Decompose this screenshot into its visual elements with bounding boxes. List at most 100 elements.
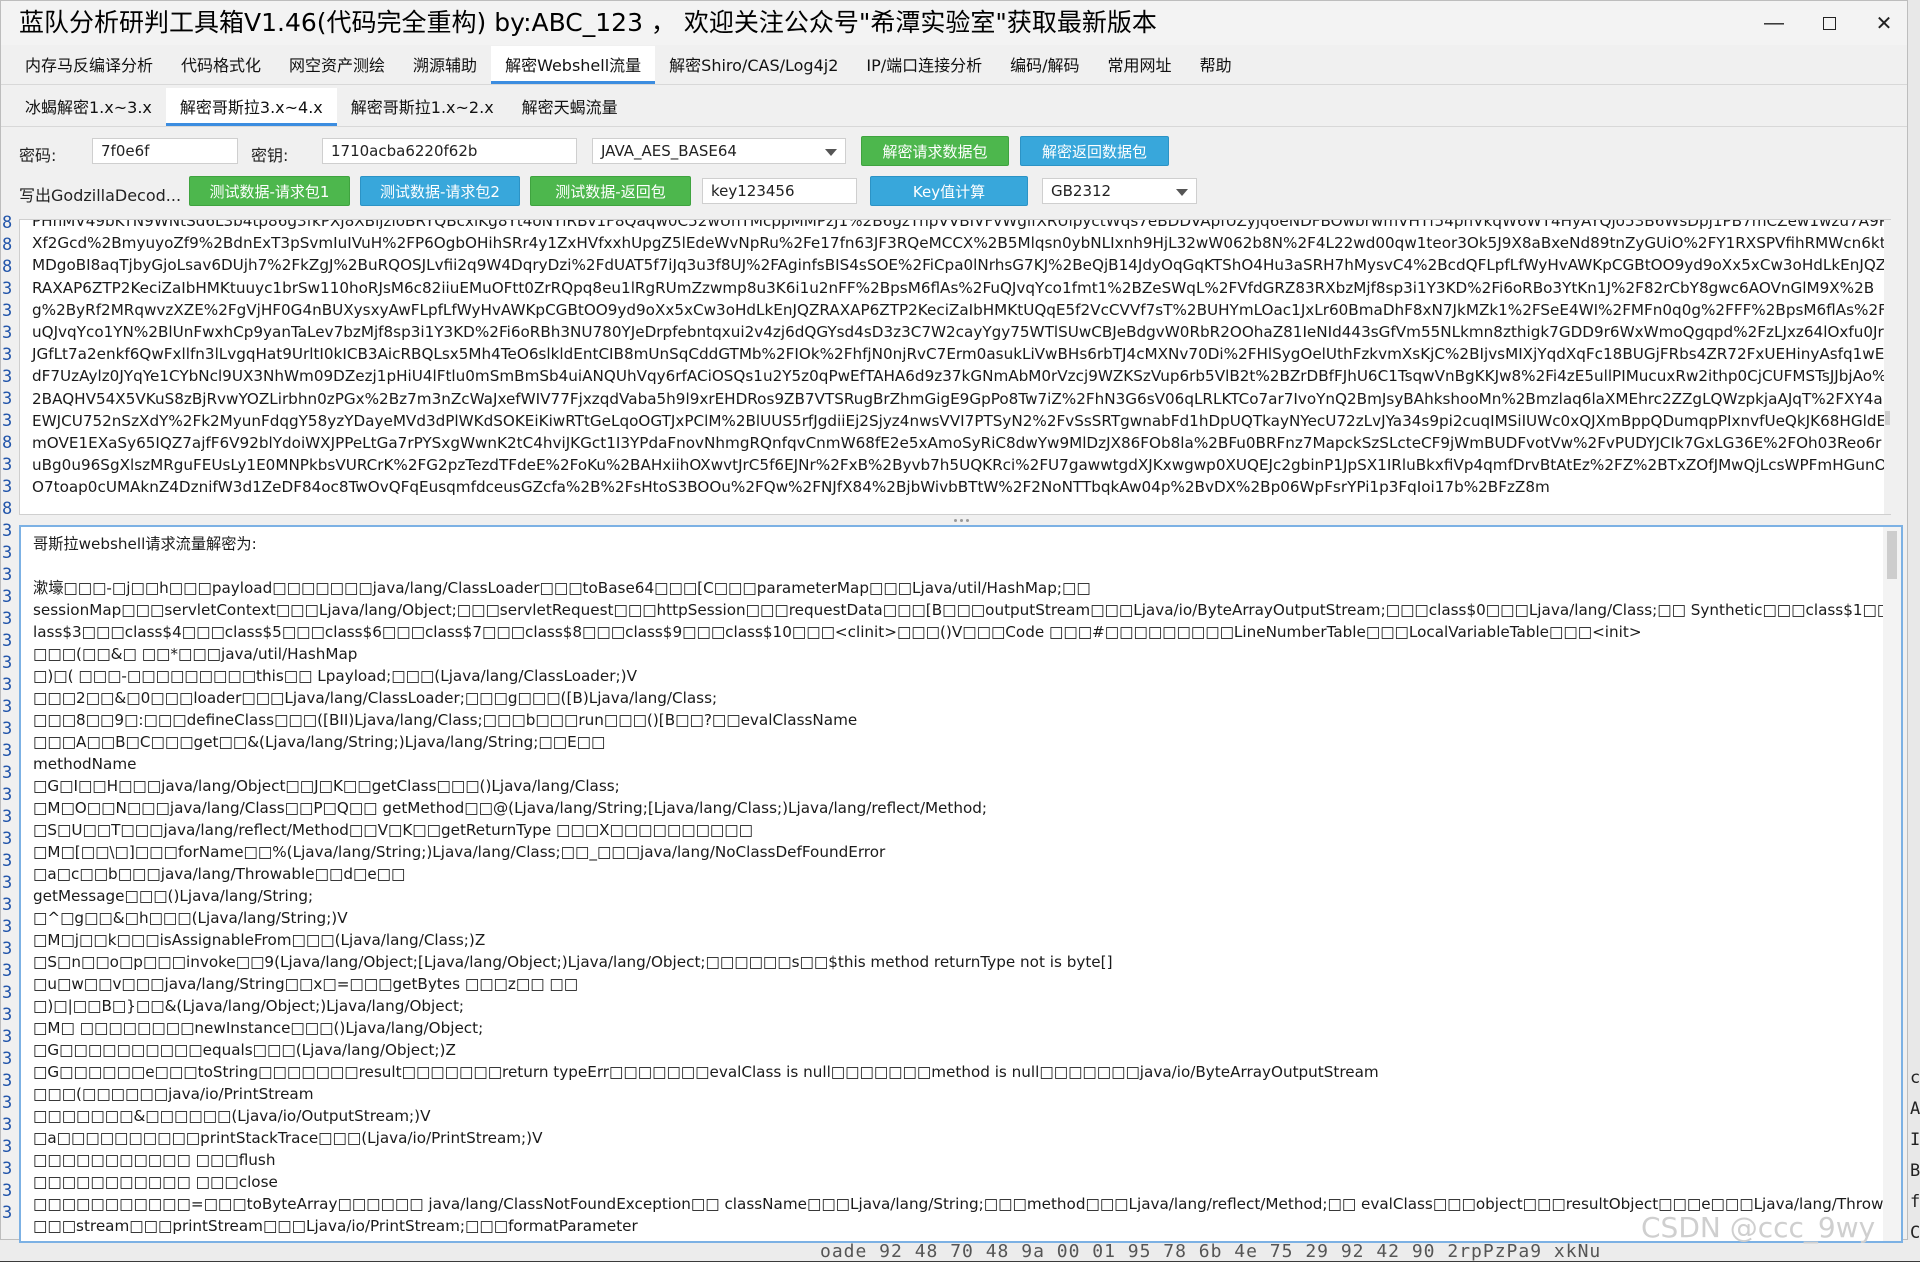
output-line: □□□(□□□□□□java/io/PrintStream xyxy=(33,1085,314,1103)
gutter-glyph: c xyxy=(1910,1068,1920,1088)
gutter-glyph: 3 xyxy=(2,851,13,871)
gutter-glyph: 3 xyxy=(2,785,13,805)
main-tab-7[interactable]: 编码/解码 xyxy=(996,46,1093,84)
window-title: 蓝队分析研判工具箱V1.46(代码完全重构) by:ABC_123 ， 欢迎关注… xyxy=(19,8,1157,37)
gutter-glyph: 3 xyxy=(2,455,13,475)
gutter-glyph: 3 xyxy=(2,873,13,893)
output-line: □M□ □□□□□□□□newInstance□□□()Ljava/lang/O… xyxy=(33,1019,484,1037)
gutter-glyph: 3 xyxy=(2,323,13,343)
output-line: □□□stream□□□printStream□□□Ljava/io/Print… xyxy=(33,1217,638,1235)
gutter-glyph: 3 xyxy=(2,521,13,541)
sub-tab-bar: 冰蝎解密1.x~3.x 解密哥斯拉3.x~4.x 解密哥斯拉1.x~2.x 解密天蝎流… xyxy=(1,87,1907,127)
gutter-glyph: 3 xyxy=(2,587,13,607)
cipher-mode-value: JAVA_AES_BASE64 xyxy=(601,142,737,160)
test-request-1-button[interactable]: 测试数据-请求包1 xyxy=(189,176,350,206)
sub-tab-2[interactable]: 解密哥斯拉1.x~2.x xyxy=(337,88,508,126)
decrypt-request-button[interactable]: 解密请求数据包 xyxy=(861,136,1009,166)
chevron-down-icon xyxy=(1176,189,1188,196)
main-tab-4[interactable]: 解密Webshell流量 xyxy=(491,46,656,84)
chevron-down-icon xyxy=(825,149,837,156)
title-bar: 蓝队分析研判工具箱V1.46(代码完全重构) by:ABC_123 ， 欢迎关注… xyxy=(1,1,1907,45)
gutter-glyph: f xyxy=(1910,1192,1920,1212)
main-tab-2[interactable]: 网空资产测绘 xyxy=(275,46,399,84)
gutter-glyph: 3 xyxy=(2,829,13,849)
main-tab-3[interactable]: 溯源辅助 xyxy=(399,46,491,84)
sub-tab-3[interactable]: 解密天蝎流量 xyxy=(508,88,632,126)
gutter-glyph: 3 xyxy=(2,653,13,673)
gutter-glyph: 3 xyxy=(2,917,13,937)
key-calculate-button[interactable]: Key值计算 xyxy=(870,176,1028,206)
payload-text: PHhMV49bKTN9WNtSd6L3b4tp86g3fkPXj8XBljzl… xyxy=(32,219,1888,497)
test-request-2-button[interactable]: 测试数据-请求包2 xyxy=(360,176,520,206)
test-data-row: 写出GodzillaDecod... 测试数据-请求包1 测试数据-请求包2 测… xyxy=(1,174,1907,210)
payload-textarea[interactable]: PHhMV49bKTN9WNtSd6L3b4tp86g3fkPXj8XBljzl… xyxy=(19,219,1891,515)
gutter-glyph: 8 xyxy=(2,499,13,519)
main-tab-9[interactable]: 帮助 xyxy=(1186,46,1246,84)
main-tab-5[interactable]: 解密Shiro/CAS/Log4j2 xyxy=(655,46,852,84)
gutter-glyph: 3 xyxy=(2,1203,13,1223)
csdn-watermark: CSDN @ccc_9wy xyxy=(1641,1211,1876,1244)
splitter-handle[interactable] xyxy=(951,516,971,524)
maximize-button[interactable] xyxy=(1801,1,1857,45)
close-button[interactable]: ✕ xyxy=(1856,1,1912,45)
gutter-glyph: 3 xyxy=(2,719,13,739)
gutter-glyph: 3 xyxy=(2,807,13,827)
output-scrollbar-thumb[interactable] xyxy=(1887,531,1897,579)
godzilla-decoder-label: 写出GodzillaDecod... xyxy=(19,186,182,205)
payload-scrollbar[interactable] xyxy=(1884,220,1891,514)
output-line: 漱壕□□□-□j□□h□□□payload□□□□□□□java/lang/Cl… xyxy=(33,579,1091,597)
output-line: □a□c□□b□□□java/lang/Throwable□□d□e□□ xyxy=(33,865,406,883)
decrypt-response-button[interactable]: 解密返回数据包 xyxy=(1020,136,1169,166)
output-line: sessionMap□□□servletContext□□□Ljava/lang… xyxy=(33,601,1891,619)
gutter-glyph: 3 xyxy=(2,477,13,497)
gutter-glyph: 3 xyxy=(2,411,13,431)
gutter-glyph: C xyxy=(1910,1223,1920,1243)
output-textarea[interactable]: 哥斯拉webshell请求流量解密为: 漱壕□□□-□j□□h□□□payload… xyxy=(19,525,1903,1243)
output-line: getMessage□□□()Ljava/lang/String; xyxy=(33,887,314,905)
gutter-glyph: 8 xyxy=(2,235,13,255)
key-settings-row: 密码: 7f0e6f 密钥: 1710acba6220f62b JAVA_AES… xyxy=(1,134,1907,170)
gutter-glyph: 3 xyxy=(2,675,13,695)
gutter-glyph: 3 xyxy=(2,1159,13,1179)
gutter-glyph: 3 xyxy=(2,763,13,783)
minimize-button[interactable]: — xyxy=(1746,1,1802,45)
output-line: □)□( □□□-□□□□□□□□□this□□ Lpayload;□□□(Lj… xyxy=(33,667,637,685)
key-input[interactable]: 1710acba6220f62b xyxy=(322,138,577,164)
key-seed-input[interactable]: key123456 xyxy=(702,178,857,204)
output-line: □S□n□□o□p□□□invoke□□9(Ljava/lang/Object;… xyxy=(33,953,1113,971)
main-tab-0[interactable]: 内存马反编译分析 xyxy=(11,46,167,84)
main-tab-6[interactable]: IP/端口连接分析 xyxy=(852,46,996,84)
output-line: □a□□□□□□□□□□printStackTrace□□□(Ljava/io/… xyxy=(33,1129,543,1147)
output-line: □□□□□□□&□□□□□□(Ljava/io/OutputStream;)V xyxy=(33,1107,431,1125)
charset-select[interactable]: GB2312 xyxy=(1042,178,1197,204)
gutter-glyph: 8 xyxy=(2,257,13,277)
output-line: □M□O□□N□□□java/lang/Class□□P□Q□□ getMeth… xyxy=(33,799,988,817)
main-tab-1[interactable]: 代码格式化 xyxy=(167,46,275,84)
gutter-glyph: 3 xyxy=(2,1115,13,1135)
sub-tab-0[interactable]: 冰蝎解密1.x~3.x xyxy=(11,88,166,126)
output-line: □S□U□□T□□□java/lang/reflect/Method□□V□K□… xyxy=(33,821,753,839)
gutter-glyph: 3 xyxy=(2,983,13,1003)
cipher-mode-select[interactable]: JAVA_AES_BASE64 xyxy=(592,138,846,164)
output-line: □G□□□□□□e□□□toString□□□□□□□result□□□□□□□… xyxy=(33,1063,1379,1081)
gutter-glyph: 3 xyxy=(2,565,13,585)
gutter-glyph: 3 xyxy=(2,1027,13,1047)
gutter-glyph: 3 xyxy=(2,697,13,717)
gutter-glyph: 3 xyxy=(2,631,13,651)
output-line: lass$3□□□class$4□□□class$5□□□class$6□□□c… xyxy=(33,623,1642,641)
gutter-glyph: B xyxy=(1910,1161,1920,1181)
gutter-glyph: 3 xyxy=(2,279,13,299)
password-input[interactable]: 7f0e6f xyxy=(92,138,238,164)
output-line: □M□j□□k□□□isAssignableFrom□□□(Ljava/lang… xyxy=(33,931,486,949)
output-line: □□□8□□9□:□□□defineClass□□□([BII)Ljava/la… xyxy=(33,711,858,729)
payload-scrollbar-thumb[interactable] xyxy=(1885,411,1890,425)
sub-tab-1[interactable]: 解密哥斯拉3.x~4.x xyxy=(165,88,337,126)
output-scrollbar[interactable] xyxy=(1883,527,1901,1241)
output-lines: 哥斯拉webshell请求流量解密为: 漱壕□□□-□j□□h□□□payload… xyxy=(33,533,1891,1241)
test-response-button[interactable]: 测试数据-返回包 xyxy=(530,176,691,206)
main-tab-8[interactable]: 常用网址 xyxy=(1094,46,1186,84)
gutter-glyph: 3 xyxy=(2,609,13,629)
output-line: □□□2□□&□0□□□loader□□□Ljava/lang/ClassLoa… xyxy=(33,689,718,707)
output-line: methodName xyxy=(33,755,137,773)
